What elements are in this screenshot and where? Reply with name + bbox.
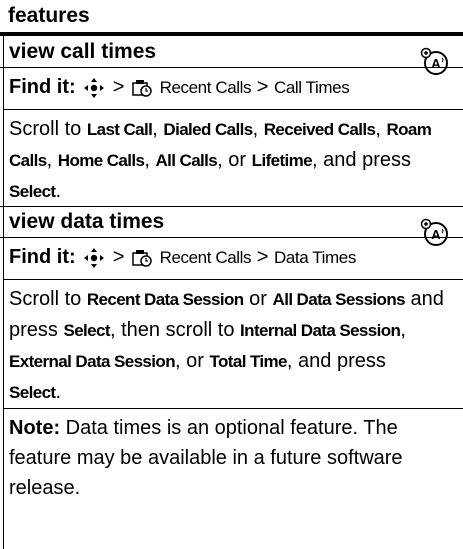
left-rule (3, 36, 4, 549)
section1-find-it: Find it: > Recent Calls > Call Times (9, 72, 457, 103)
path-separator: > (256, 76, 269, 98)
path-separator: > (112, 246, 125, 268)
section2-find-divider (4, 279, 463, 280)
note-paragraph: Note: Data times is an optional feature.… (9, 413, 457, 503)
text-and-press: and press (298, 350, 386, 372)
svg-text:A: A (431, 56, 441, 71)
path-separator: > (112, 76, 125, 98)
path-call-times: Call Times (273, 78, 350, 97)
section-header: features (0, 0, 463, 36)
text-press: press (9, 319, 58, 341)
text-scroll-to: Scroll to (9, 288, 82, 310)
path-recent-calls: Recent Calls (159, 78, 252, 97)
section2-title-text: view data times (9, 210, 165, 233)
nav-key-icon (84, 77, 105, 98)
note-divider (4, 408, 463, 409)
key-home-calls: Home Calls (57, 151, 145, 170)
key-external-data-session: External Data Session (9, 352, 176, 371)
key-total-time: Total Time (209, 352, 287, 371)
key-received-calls: Received Calls (263, 120, 376, 139)
key-select: Select (9, 383, 56, 402)
section1-divider (0, 67, 463, 68)
section2-instructions: Scroll to Recent Data Session or All Dat… (9, 288, 444, 403)
text-then-scroll-to: then scroll to (121, 319, 235, 341)
key-last-call: Last Call (86, 120, 153, 139)
section1-title: view call times (9, 37, 457, 67)
key-select: Select (63, 321, 110, 340)
text-or: or (249, 288, 267, 310)
path-separator: > (256, 246, 269, 268)
section1-title-text: view call times (9, 40, 157, 63)
text-and-press: and press (323, 149, 412, 171)
section2-find-it: Find it: > Recent Calls > Data Times (9, 242, 457, 273)
text-scroll-to: Scroll to (9, 118, 82, 140)
key-dialed-calls: Dialed Calls (163, 120, 253, 139)
key-recent-data-session: Recent Data Session (86, 290, 244, 309)
section2-title: view data times (9, 207, 457, 237)
section-header-title: features (8, 4, 90, 27)
recent-calls-menu-icon (132, 249, 152, 267)
text-and: and (410, 288, 444, 310)
note-label: Note: (9, 417, 61, 439)
section1-instructions: Scroll to Last Call, Dialed Calls, Recei… (9, 118, 432, 202)
path-data-times: Data Times (273, 248, 356, 267)
path-recent-calls: Recent Calls (159, 248, 252, 267)
key-internal-data-session: Internal Data Session (240, 321, 401, 340)
manual-page: features view call times A Find it: > Re… (0, 0, 463, 549)
find-it-label: Find it: (9, 246, 76, 268)
text-or: or (186, 350, 204, 372)
find-it-label: Find it: (9, 76, 76, 98)
recent-calls-menu-icon (132, 79, 152, 97)
section2-divider (0, 237, 463, 238)
key-select: Select (9, 182, 56, 201)
key-lifetime: Lifetime (251, 151, 313, 170)
svg-text:A: A (431, 227, 441, 242)
key-all-data-sessions: All Data Sessions (272, 290, 406, 309)
text-or: or (228, 149, 247, 171)
key-all-calls: All Calls (155, 151, 218, 170)
nav-key-icon (84, 247, 105, 268)
note-text: Data times is an optional feature. The f… (9, 417, 403, 499)
section1-find-divider (4, 109, 463, 110)
